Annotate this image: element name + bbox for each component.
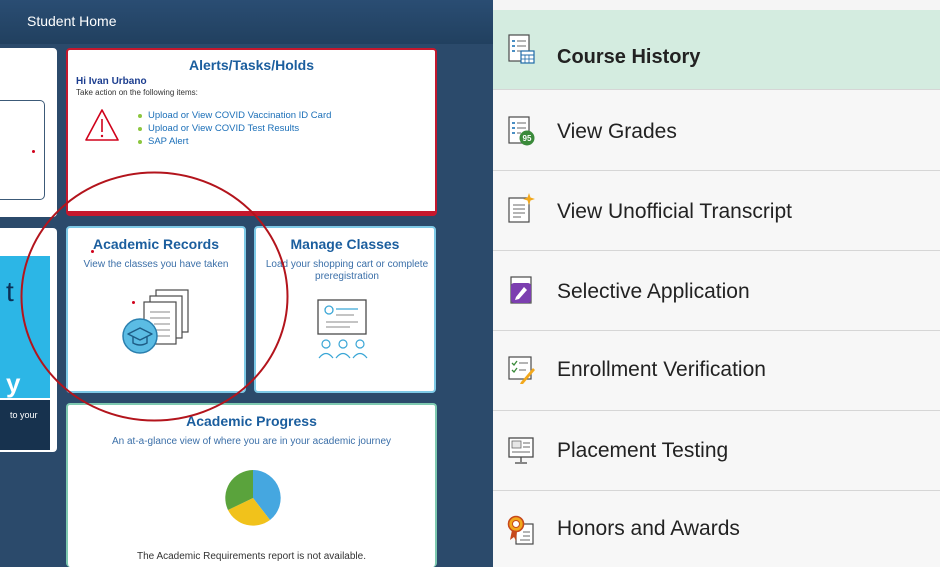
placement-testing-icon xyxy=(508,437,534,464)
honors-awards-icon xyxy=(507,515,534,545)
progress-pie-icon xyxy=(225,470,281,526)
academic-records-nav: Course History 95 View Grades View Unoff… xyxy=(493,0,940,567)
banner-text-fragment: t xyxy=(6,276,14,307)
nav-label: Course History xyxy=(557,46,701,68)
nav-label: Honors and Awards xyxy=(557,517,740,540)
nav-label: View Unofficial Transcript xyxy=(557,200,792,223)
alerts-tile-title: Alerts/Tasks/Holds xyxy=(188,57,314,73)
course-history-icon xyxy=(508,34,535,64)
partial-tile-banner[interactable]: t y to your xyxy=(0,228,57,452)
nav-label: View Grades xyxy=(557,120,677,143)
nav-item-enrollment-verification[interactable]: Enrollment Verification xyxy=(493,331,940,411)
alert-list: Upload or View COVID Vaccination ID Card… xyxy=(138,110,331,149)
academic-progress-subtitle: An at-a-glance view of where you are in … xyxy=(111,436,392,447)
nav-item-placement-testing[interactable]: Placement Testing xyxy=(493,411,940,491)
academic-records-icon xyxy=(122,289,189,354)
alerts-greeting: Hi Ivan Urbano xyxy=(76,76,147,87)
warning-icon xyxy=(85,109,119,141)
student-home-panel: Student Home t y to your Alerts/Tasks/Ho… xyxy=(0,0,493,567)
nav-item-honors-and-awards[interactable]: Honors and Awards xyxy=(493,491,940,567)
manage-classes-title: Manage Classes xyxy=(290,236,400,252)
alert-link-covid-vaccination[interactable]: Upload or View COVID Vaccination ID Card xyxy=(138,110,331,123)
banner-text-fragment: y xyxy=(6,368,21,398)
nav-item-selective-application[interactable]: Selective Application xyxy=(493,251,940,331)
partial-tile-inner-box xyxy=(0,100,45,200)
academic-progress-tile[interactable]: Academic Progress An at-a-glance view of… xyxy=(66,403,437,567)
alerts-subtitle: Take action on the following items: xyxy=(76,88,198,97)
nav-label: Placement Testing xyxy=(557,439,729,462)
academic-progress-title: Academic Progress xyxy=(186,413,317,429)
alerts-tasks-holds-tile[interactable]: Alerts/Tasks/Holds Hi Ivan Urbano Take a… xyxy=(66,48,437,216)
nav-label: Selective Application xyxy=(557,280,750,303)
selective-application-icon xyxy=(510,276,532,304)
manage-classes-tile[interactable]: Manage Classes Load your shopping cart o… xyxy=(254,226,436,393)
academic-requirements-note: The Academic Requirements report is not … xyxy=(136,551,366,562)
banner-caption: to your xyxy=(10,410,38,420)
academic-records-title: Academic Records xyxy=(92,236,220,252)
red-dot-marker xyxy=(32,150,35,153)
alert-link-covid-test[interactable]: Upload or View COVID Test Results xyxy=(138,123,331,136)
enrollment-verification-icon xyxy=(508,356,535,384)
manage-classes-subtitle: Load your shopping cart or complete prer… xyxy=(265,259,429,282)
transcript-icon xyxy=(508,193,535,223)
academic-records-tile[interactable]: Academic Records View the classes you ha… xyxy=(66,226,246,393)
nav-item-course-history[interactable]: Course History xyxy=(493,10,940,90)
nav-item-view-unofficial-transcript[interactable]: View Unofficial Transcript xyxy=(493,171,940,251)
screenshot-root: Student Home t y to your Alerts/Tasks/Ho… xyxy=(0,0,940,567)
banner-caption-box: to your xyxy=(0,400,50,450)
academic-records-subtitle: View the classes you have taken xyxy=(83,259,229,270)
nav-label: Enrollment Verification xyxy=(557,358,766,381)
view-grades-icon: 95 xyxy=(508,116,535,146)
classroom-icon xyxy=(317,299,368,359)
student-home-header: Student Home xyxy=(0,0,493,44)
grade-badge: 95 xyxy=(523,134,532,143)
nav-item-view-grades[interactable]: 95 View Grades xyxy=(493,90,940,171)
page-title: Student Home xyxy=(27,13,117,29)
partial-tile-top[interactable] xyxy=(0,48,57,217)
alert-link-sap[interactable]: SAP Alert xyxy=(138,136,331,149)
